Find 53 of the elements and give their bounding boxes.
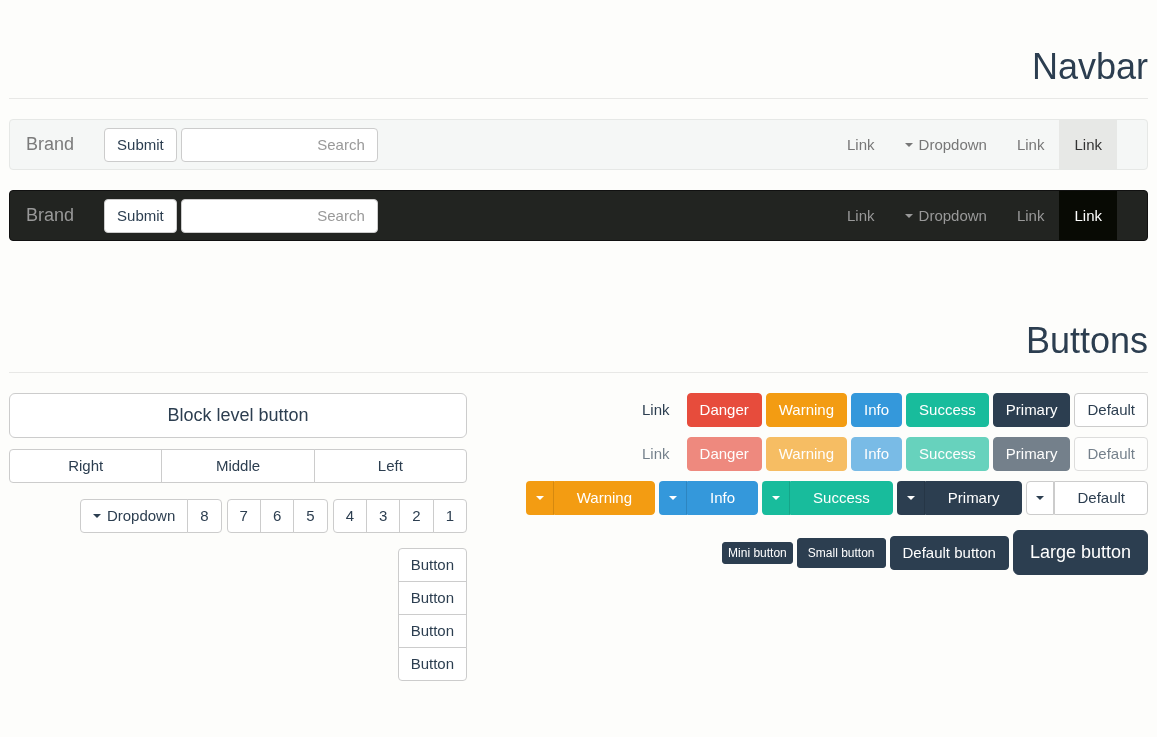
dropdown-toggle[interactable]: Dropdown: [889, 191, 1002, 240]
segment-button[interactable]: Left: [313, 449, 467, 483]
caret-icon: [669, 496, 678, 500]
nav-link[interactable]: Link: [832, 191, 890, 240]
split-button[interactable]: Default: [1054, 481, 1148, 515]
dropdown-toggle[interactable]: [525, 481, 554, 515]
caret-icon: [772, 496, 781, 500]
caret-icon: [906, 496, 915, 500]
brand-link[interactable]: Brand: [26, 205, 75, 226]
section-title: Navbar: [9, 45, 1148, 99]
dropdown-toggle[interactable]: [896, 481, 925, 515]
vertical-group-button[interactable]: Button: [397, 548, 467, 582]
button[interactable]: Primary: [992, 393, 1071, 427]
caret-icon: [92, 514, 101, 518]
caret-icon: [904, 213, 913, 218]
submit-button[interactable]: Submit: [104, 127, 177, 162]
dropdown-button[interactable]: Dropdown: [79, 499, 189, 533]
group-button[interactable]: 1: [432, 499, 467, 533]
split-button[interactable]: Primary: [924, 481, 1023, 515]
button[interactable]: Default: [1074, 393, 1148, 427]
nav-link[interactable]: Link: [1059, 191, 1117, 240]
section-title: Buttons: [9, 319, 1148, 373]
nav-link[interactable]: Link: [1001, 191, 1060, 240]
group-button[interactable]: 5: [293, 499, 328, 533]
search-field[interactable]: Search: [180, 198, 378, 233]
submit-button[interactable]: Submit: [104, 198, 177, 233]
button[interactable]: Small button: [796, 537, 886, 568]
nav-link[interactable]: Link: [1059, 120, 1117, 169]
search-field[interactable]: Search: [180, 127, 378, 162]
segment-button[interactable]: Middle: [161, 449, 315, 483]
caret-icon: [904, 142, 913, 147]
button[interactable]: Mini button: [722, 541, 793, 564]
button[interactable]: Danger: [686, 393, 762, 427]
group-button[interactable]: 7: [226, 499, 261, 533]
group-button[interactable]: 4: [332, 499, 367, 533]
nav-link[interactable]: Link: [832, 120, 890, 169]
group-button[interactable]: 2: [399, 499, 434, 533]
button[interactable]: Large button: [1012, 530, 1148, 575]
brand-link[interactable]: Brand: [26, 134, 75, 155]
caret-icon: [1036, 496, 1045, 500]
block-button[interactable]: Block level button: [9, 393, 467, 438]
group-button[interactable]: 8: [187, 499, 222, 533]
dropdown-toggle[interactable]: Dropdown: [889, 120, 1002, 169]
nav-link[interactable]: Link: [1001, 120, 1060, 169]
button[interactable]: Default button: [889, 535, 1009, 570]
dropdown-toggle[interactable]: [762, 481, 791, 515]
vertical-group-button[interactable]: Button: [397, 581, 467, 615]
vertical-group-button[interactable]: Button: [397, 614, 467, 648]
vertical-group-button[interactable]: Button: [397, 647, 467, 681]
dropdown-toggle[interactable]: [659, 481, 688, 515]
segment-button[interactable]: Right: [9, 449, 163, 483]
caret-icon: [535, 496, 544, 500]
link-button[interactable]: Link: [629, 393, 683, 427]
